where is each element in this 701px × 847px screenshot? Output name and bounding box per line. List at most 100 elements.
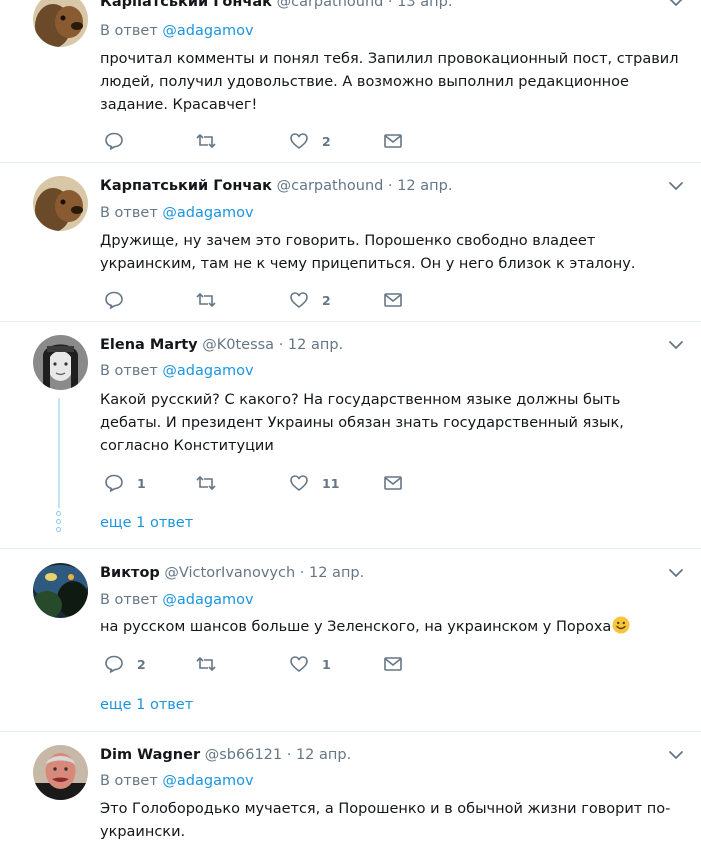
reply-mention[interactable]: @adagamov xyxy=(162,23,253,39)
tweet-date[interactable]: 12 апр. xyxy=(288,337,343,353)
tweet-date[interactable]: 12 апр. xyxy=(397,178,452,194)
tweet-header: Elena Marty @K0tessa · 12 апр. xyxy=(100,335,343,355)
heart-icon xyxy=(289,131,309,151)
divider xyxy=(0,321,701,322)
divider xyxy=(0,731,701,732)
reply-prefix: В ответ xyxy=(100,363,158,379)
retweet-icon xyxy=(195,473,217,493)
heart-icon xyxy=(289,290,309,310)
tweet-date[interactable]: 12 апр. xyxy=(296,747,351,763)
tweet-actions: 2 1 xyxy=(100,653,430,675)
tweet-text-content: на русском шансов больше у Зеленского, н… xyxy=(100,619,612,635)
tweet-actions: 1 11 xyxy=(100,472,430,494)
author-name[interactable]: Elena Marty xyxy=(100,337,198,353)
reply-button[interactable]: 1 xyxy=(104,472,146,494)
message-button[interactable] xyxy=(383,653,403,675)
tweet-5[interactable]: Dim Wagner @sb66121 · 12 апр. В ответ @a… xyxy=(0,745,701,847)
separator: · xyxy=(299,565,305,581)
separator: · xyxy=(387,0,393,10)
tweet-1[interactable]: Карпатський Гончак @carpathound · 13 апр… xyxy=(0,0,701,162)
retweet-button[interactable] xyxy=(195,653,230,675)
like-button[interactable]: 2 xyxy=(289,130,331,152)
reply-count: 2 xyxy=(137,656,146,672)
tweet-header: Dim Wagner @sb66121 · 12 апр. xyxy=(100,745,351,765)
separator: · xyxy=(286,747,292,763)
thread-line xyxy=(58,398,60,508)
like-count: 2 xyxy=(322,133,331,149)
chevron-down-icon[interactable] xyxy=(666,745,686,765)
tweet-date[interactable]: 13 апр. xyxy=(397,0,452,10)
chevron-down-icon[interactable] xyxy=(666,563,686,583)
author-handle[interactable]: @K0tessa xyxy=(202,337,274,353)
like-count: 2 xyxy=(322,292,331,308)
avatar[interactable] xyxy=(33,0,88,47)
reply-button[interactable]: 2 xyxy=(104,653,146,675)
like-button[interactable]: 1 xyxy=(289,653,331,675)
chevron-down-icon[interactable] xyxy=(666,176,686,196)
retweet-icon xyxy=(195,131,217,151)
reply-mention[interactable]: @adagamov xyxy=(162,205,253,221)
reply-context: В ответ @adagamov xyxy=(100,203,254,223)
tweet-text: прочитал комменты и понял тебя. Запилил … xyxy=(100,51,679,113)
author-handle[interactable]: @VictorIvanovych xyxy=(164,565,295,581)
retweet-button[interactable] xyxy=(195,289,230,311)
reply-button[interactable] xyxy=(104,289,137,311)
like-count: 11 xyxy=(322,475,340,491)
reply-prefix: В ответ xyxy=(100,773,158,789)
tweet-header: Виктор @VictorIvanovych · 12 апр. xyxy=(100,563,364,583)
reply-icon xyxy=(104,654,124,674)
author-handle[interactable]: @carpathound xyxy=(277,0,384,10)
tweet-text: Какой русский? С какого? На государствен… xyxy=(100,392,624,454)
tweet-header: Карпатський Гончак @carpathound · 12 апр… xyxy=(100,176,452,196)
like-button[interactable]: 2 xyxy=(289,289,331,311)
tweet-text: Это Голобородько мучается, а Порошенко и… xyxy=(100,801,671,840)
author-name[interactable]: Карпатський Гончак xyxy=(100,178,272,194)
message-button[interactable] xyxy=(383,130,403,152)
retweet-button[interactable] xyxy=(195,130,230,152)
heart-icon xyxy=(289,473,309,493)
tweet-header: Карпатський Гончак @carpathound · 13 апр… xyxy=(100,0,452,12)
tweet-3[interactable]: Elena Marty @K0tessa · 12 апр. В ответ @… xyxy=(0,335,701,547)
chevron-down-icon[interactable] xyxy=(666,335,686,355)
reply-mention[interactable]: @adagamov xyxy=(162,363,253,379)
show-more-replies-link[interactable]: еще 1 ответ xyxy=(100,695,193,715)
show-more-replies-link[interactable]: еще 1 ответ xyxy=(100,513,193,533)
tweet-4[interactable]: Виктор @VictorIvanovych · 12 апр. В отве… xyxy=(0,563,701,730)
author-name[interactable]: Dim Wagner xyxy=(100,747,200,763)
thread-dots xyxy=(56,511,62,535)
divider xyxy=(0,162,701,163)
retweet-icon xyxy=(195,654,217,674)
reply-icon xyxy=(104,473,124,493)
message-button[interactable] xyxy=(383,289,403,311)
avatar[interactable] xyxy=(33,335,88,390)
message-button[interactable] xyxy=(383,472,403,494)
avatar[interactable] xyxy=(33,176,88,231)
retweet-button[interactable] xyxy=(195,472,230,494)
tweet-2[interactable]: Карпатський Гончак @carpathound · 12 апр… xyxy=(0,176,701,321)
reply-mention[interactable]: @adagamov xyxy=(162,592,253,608)
envelope-icon xyxy=(383,131,403,151)
reply-mention[interactable]: @adagamov xyxy=(162,773,253,789)
separator: · xyxy=(387,178,393,194)
envelope-icon xyxy=(383,290,403,310)
avatar[interactable] xyxy=(33,563,88,618)
heart-icon xyxy=(289,654,309,674)
reply-context: В ответ @adagamov xyxy=(100,771,254,791)
chevron-down-icon[interactable] xyxy=(666,0,686,12)
reply-context: В ответ @adagamov xyxy=(100,21,254,41)
reply-prefix: В ответ xyxy=(100,23,158,39)
like-button[interactable]: 11 xyxy=(289,472,339,494)
author-name[interactable]: Виктор xyxy=(100,565,160,581)
tweet-date[interactable]: 12 апр. xyxy=(309,565,364,581)
author-name[interactable]: Карпатський Гончак xyxy=(100,0,272,10)
envelope-icon xyxy=(383,473,403,493)
author-handle[interactable]: @sb66121 xyxy=(205,747,282,763)
reply-prefix: В ответ xyxy=(100,592,158,608)
tweet-text: на русском шансов больше у Зеленского, н… xyxy=(100,616,680,639)
like-count: 1 xyxy=(322,656,331,672)
reply-button[interactable] xyxy=(104,130,137,152)
avatar[interactable] xyxy=(33,745,88,800)
reply-icon xyxy=(104,131,124,151)
author-handle[interactable]: @carpathound xyxy=(277,178,384,194)
retweet-icon xyxy=(195,290,217,310)
